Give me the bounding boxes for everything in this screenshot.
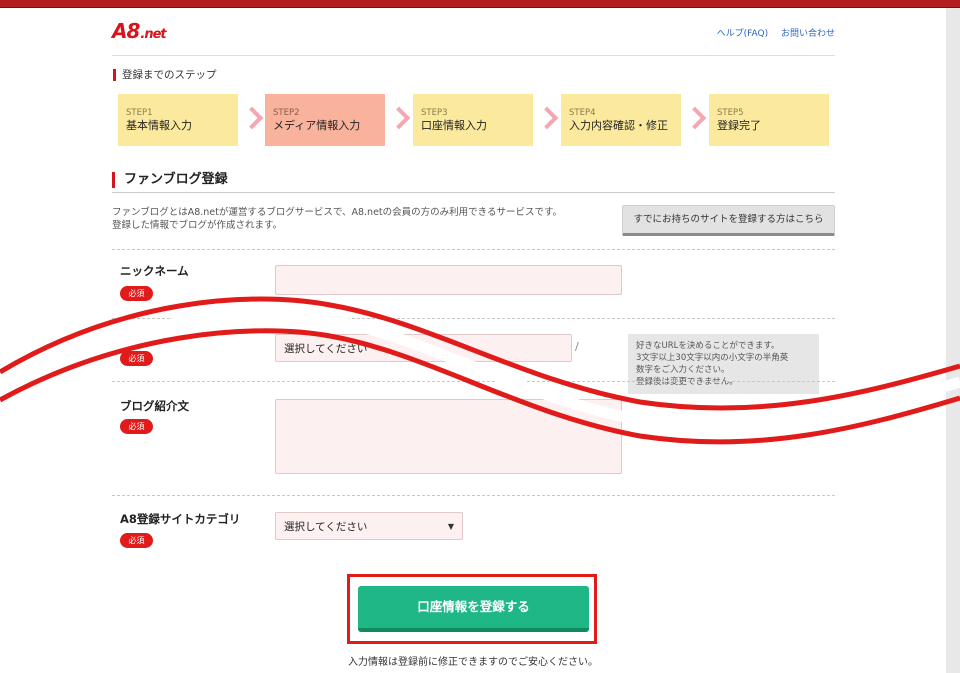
- step-number: STEP2: [273, 108, 300, 118]
- row-divider: [112, 318, 835, 319]
- triangle-down-icon: ▼: [447, 522, 454, 531]
- step-label: 登録完了: [717, 119, 761, 132]
- category-select[interactable]: 選択してください ▼: [275, 512, 463, 540]
- register-bank-info-button[interactable]: 口座情報を登録する: [358, 586, 589, 632]
- intro-line: 登録した情報でブログが作成されます。: [112, 220, 283, 231]
- row-divider: [112, 249, 835, 250]
- section-divider: [112, 192, 835, 193]
- step-3: STEP3 口座情報入力: [413, 94, 533, 146]
- blog-intro-label: ブログ紹介文: [120, 399, 189, 413]
- hint-line: 好きなURLを決めることができます。: [636, 341, 780, 351]
- chevron-right-icon: [539, 108, 553, 130]
- step-label: メディア情報入力: [273, 119, 361, 132]
- step-number: STEP1: [126, 108, 153, 118]
- row-divider: [112, 381, 835, 382]
- intro-line: ファンブログとはA8.netが運営するブログサービスで、A8.netの会員の方の…: [112, 207, 563, 218]
- blog-intro-textarea[interactable]: [275, 399, 622, 474]
- row-divider: [112, 495, 835, 496]
- header-links: ヘルプ(FAQ) お問い合わせ: [707, 26, 835, 39]
- intro-text: ファンブログとはA8.netが運営するブログサービスで、A8.netの会員の方の…: [112, 206, 622, 232]
- category-label: A8登録サイトカテゴリ: [120, 512, 241, 526]
- a8net-logo[interactable]: A8.net: [112, 19, 167, 43]
- step-1: STEP1 基本情報入力: [118, 94, 238, 146]
- steps-title: 登録までのステップ: [113, 69, 217, 81]
- step-number: STEP4: [569, 108, 596, 118]
- blog-url-select[interactable]: 選択してください: [275, 334, 572, 362]
- register-existing-site-button[interactable]: すでにお持ちのサイトを登録する方はこちら: [622, 205, 835, 236]
- step-label: 口座情報入力: [421, 119, 487, 132]
- chevron-right-icon: [687, 108, 701, 130]
- submit-note: 入力情報は登録前に修正できますのでご安心ください。: [348, 657, 598, 668]
- step-4: STEP4 入力内容確認・修正: [561, 94, 681, 146]
- step-number: STEP3: [421, 108, 448, 118]
- nickname-label: ニックネーム: [120, 264, 189, 278]
- step-5: STEP5 登録完了: [709, 94, 829, 146]
- scrollbar[interactable]: [946, 8, 960, 673]
- header-divider: [112, 55, 835, 56]
- url-separator: /: [575, 340, 579, 353]
- required-badge: 必須: [120, 533, 153, 548]
- logo-suffix: .net: [140, 27, 166, 42]
- step-label: 基本情報入力: [126, 119, 192, 132]
- required-badge: 必須: [120, 351, 153, 366]
- contact-link[interactable]: お問い合わせ: [781, 29, 835, 39]
- hint-line: 3文字以上30文字以内の小文字の半角英: [636, 353, 789, 363]
- hint-line: 数字をご入力ください。: [636, 365, 730, 375]
- category-select-value: 選択してください: [284, 521, 368, 533]
- blog-url-hint: 好きなURLを決めることができます。 3文字以上30文字以内の小文字の半角英 数…: [628, 334, 819, 394]
- hint-line: 登録後は変更できません。: [636, 377, 738, 387]
- step-label: 入力内容確認・修正: [569, 119, 668, 132]
- required-badge: 必須: [120, 286, 153, 301]
- help-faq-link[interactable]: ヘルプ(FAQ): [717, 29, 768, 39]
- top-accent-bar: [0, 0, 960, 8]
- step-number: STEP5: [717, 108, 744, 118]
- required-badge: 必須: [120, 419, 153, 434]
- nickname-input[interactable]: [275, 265, 622, 295]
- step-2: STEP2 メディア情報入力: [265, 94, 385, 146]
- chevron-right-icon: [244, 108, 258, 130]
- logo-text: A8: [112, 19, 140, 43]
- section-title: ファンブログ登録: [112, 172, 228, 188]
- chevron-right-icon: [391, 108, 405, 130]
